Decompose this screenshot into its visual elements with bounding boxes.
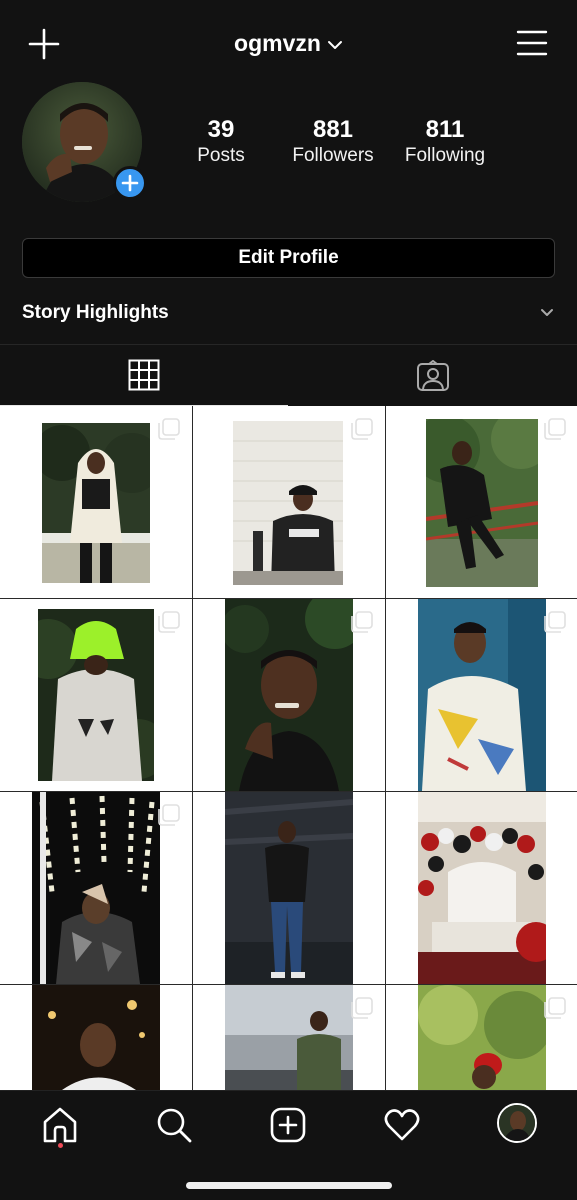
posts-label: Posts <box>197 145 245 166</box>
multiple-photos-icon <box>544 611 566 633</box>
home-notification-dot <box>58 1143 63 1148</box>
following-count[interactable]: 811 Following <box>380 116 510 168</box>
multiple-photos-icon <box>544 997 566 1019</box>
following-number: 811 <box>425 116 465 143</box>
post-thumbnail[interactable] <box>386 792 577 984</box>
home-icon[interactable] <box>40 1105 80 1145</box>
username: ogmvzn <box>234 30 321 56</box>
post-thumbnail[interactable] <box>193 599 385 791</box>
profile-avatar[interactable] <box>497 1103 537 1143</box>
hamburger-menu-icon[interactable] <box>516 28 548 58</box>
add-post-icon[interactable] <box>268 1105 308 1145</box>
posts-count[interactable]: 39 Posts <box>156 116 286 168</box>
tagged-person-icon <box>417 359 449 391</box>
post-thumbnail[interactable] <box>0 599 192 791</box>
post-thumbnail[interactable] <box>193 985 385 1090</box>
post-thumbnail[interactable] <box>193 406 385 598</box>
plus-icon <box>121 174 139 192</box>
followers-number: 881 <box>312 116 354 143</box>
multiple-photos-icon <box>158 418 180 440</box>
multiple-photos-icon <box>158 804 180 826</box>
chevron-down-icon <box>327 40 342 49</box>
search-icon[interactable] <box>154 1105 194 1145</box>
heart-icon[interactable] <box>382 1105 422 1145</box>
multiple-photos-icon <box>351 997 373 1019</box>
tab-grid[interactable] <box>0 345 288 407</box>
multiple-photos-icon <box>158 611 180 633</box>
home-indicator <box>186 1182 392 1189</box>
grid-icon <box>128 359 160 391</box>
username-switcher[interactable]: ogmvzn <box>0 30 577 57</box>
multiple-photos-icon <box>544 418 566 440</box>
chevron-down-icon[interactable] <box>538 306 556 320</box>
profile-tabs <box>0 344 577 407</box>
posts-number: 39 <box>207 116 235 143</box>
post-thumbnail[interactable] <box>0 985 192 1090</box>
add-story-button[interactable] <box>113 166 147 200</box>
post-thumbnail[interactable] <box>386 599 577 791</box>
followers-label: Followers <box>292 145 374 166</box>
photo-grid <box>0 406 577 1090</box>
story-highlights-label[interactable]: Story Highlights <box>22 302 169 324</box>
post-thumbnail[interactable] <box>0 406 192 598</box>
followers-count[interactable]: 881 Followers <box>268 116 398 168</box>
post-thumbnail[interactable] <box>0 792 192 984</box>
multiple-photos-icon <box>351 611 373 633</box>
edit-profile-button[interactable]: Edit Profile <box>22 238 555 278</box>
post-thumbnail[interactable] <box>193 792 385 984</box>
following-label: Following <box>404 145 486 166</box>
post-thumbnail[interactable] <box>386 985 577 1090</box>
top-bar: ogmvzn <box>0 0 577 90</box>
multiple-photos-icon <box>351 418 373 440</box>
tab-tagged[interactable] <box>289 345 577 407</box>
post-thumbnail[interactable] <box>386 406 577 598</box>
